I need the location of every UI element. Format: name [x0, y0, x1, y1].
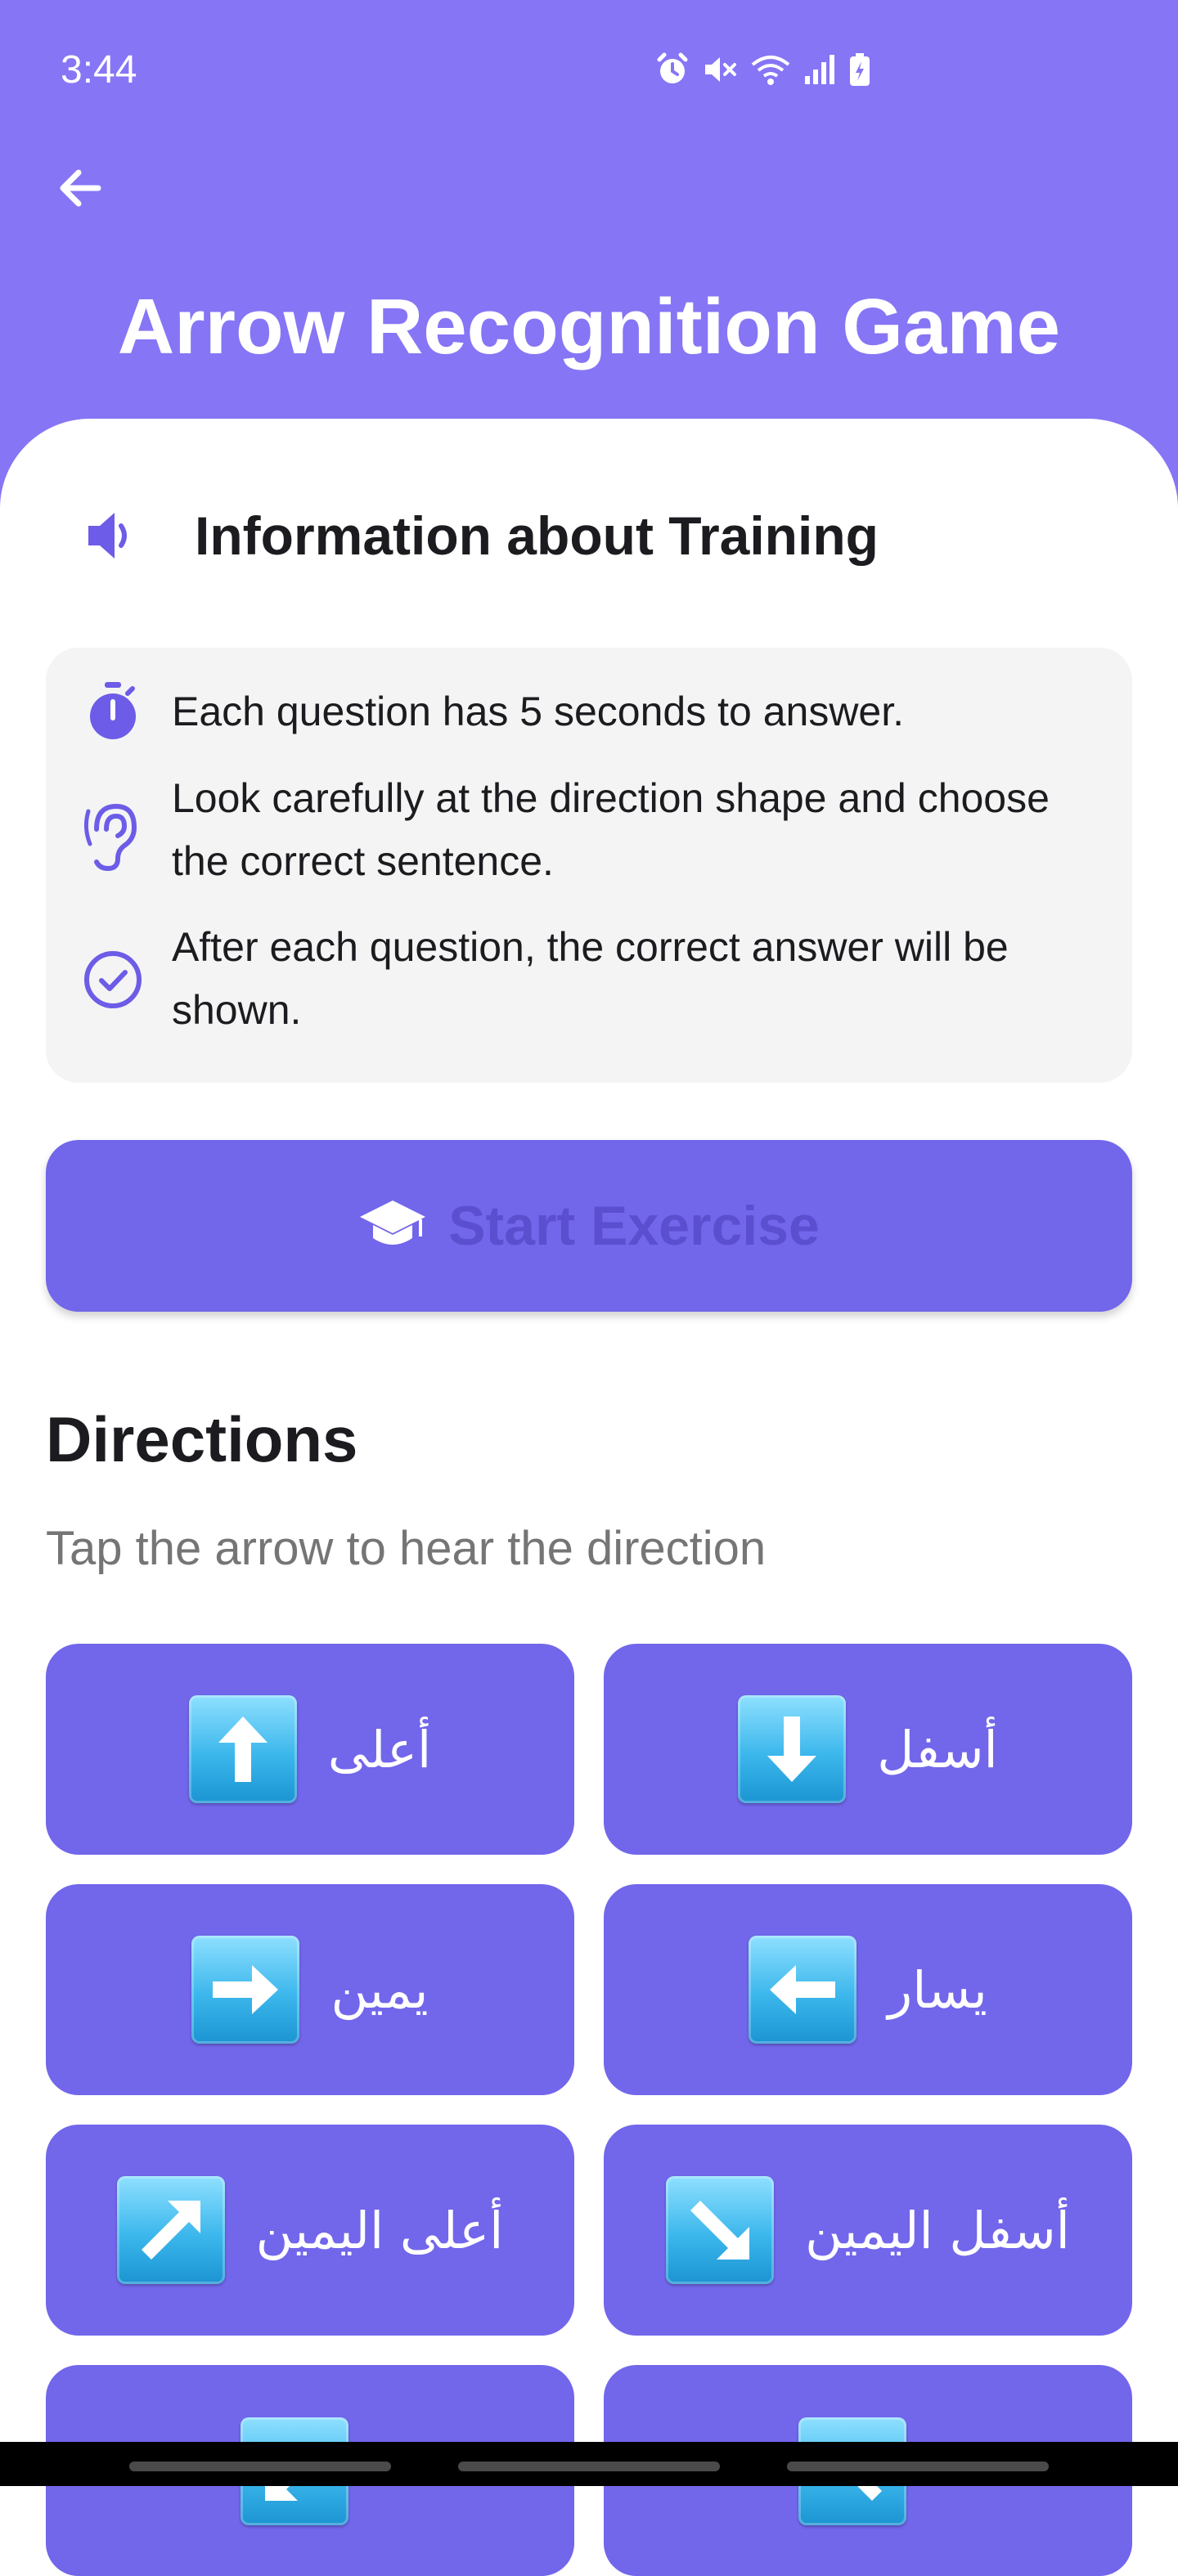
speaker-icon: [88, 513, 127, 559]
direction-label: أعلى: [327, 1719, 432, 1779]
direction-button-down-right[interactable]: أسفل اليمين: [604, 2125, 1132, 2336]
direction-label: يمين: [330, 1959, 429, 2020]
battery-charging-icon: [848, 52, 872, 92]
ear-icon: [83, 803, 137, 872]
arrow-down-icon: [738, 1695, 847, 1803]
info-card: Each question has 5 seconds to answer. L…: [46, 648, 1132, 1083]
info-item-text: After each question, the correct answer …: [172, 924, 1009, 1033]
mute-icon: [702, 52, 738, 92]
arrow-down-right-icon: [666, 2176, 775, 2284]
info-item-text: Each question has 5 seconds to answer.: [172, 689, 905, 734]
status-bar: 3:44: [0, 0, 1178, 139]
system-nav-bar: [0, 2442, 1178, 2486]
arrow-left-icon: [60, 169, 101, 207]
direction-button-up[interactable]: أعلى: [46, 1644, 574, 1855]
signal-icon: [803, 52, 836, 92]
direction-button-up-right[interactable]: أعلى اليمين: [46, 2125, 574, 2336]
directions-title: Directions: [46, 1403, 358, 1475]
direction-label: أسفل اليمين: [805, 2200, 1070, 2260]
arrow-up-right-icon: [116, 2176, 225, 2284]
alarm-icon: [654, 52, 690, 92]
check-circle-icon: [84, 951, 142, 1008]
direction-label: يسار: [888, 1959, 987, 2020]
wifi-icon: [749, 52, 792, 92]
page-title: Arrow Recognition Game: [117, 283, 1061, 370]
graduation-cap-icon: [360, 1200, 426, 1245]
nav-home-button[interactable]: [458, 2462, 720, 2471]
direction-button-down[interactable]: أسفل: [604, 1644, 1132, 1855]
nav-back-button[interactable]: [787, 2462, 1049, 2471]
direction-button-left[interactable]: يسار: [604, 1884, 1132, 2095]
arrow-left-icon: [749, 1936, 857, 2044]
arrow-right-icon: [191, 1936, 300, 2044]
info-item-text: Look carefully at the direction shape an…: [172, 775, 1050, 884]
direction-label: أسفل: [877, 1719, 998, 1779]
nav-recents-button[interactable]: [129, 2462, 391, 2471]
back-button[interactable]: [47, 155, 113, 221]
start-exercise-label: Start Exercise: [448, 1195, 820, 1257]
status-time: 3:44: [61, 48, 137, 92]
timer-icon: [90, 682, 136, 739]
arrow-up-icon: [188, 1695, 297, 1803]
status-icons: [654, 51, 872, 92]
info-title: Information about Training: [195, 505, 879, 566]
direction-button-right[interactable]: يمين: [46, 1884, 574, 2095]
direction-label: أعلى اليمين: [255, 2200, 504, 2260]
directions-subtitle: Tap the arrow to hear the direction: [46, 1522, 767, 1575]
start-exercise-button[interactable]: Start Exercise: [46, 1140, 1132, 1312]
